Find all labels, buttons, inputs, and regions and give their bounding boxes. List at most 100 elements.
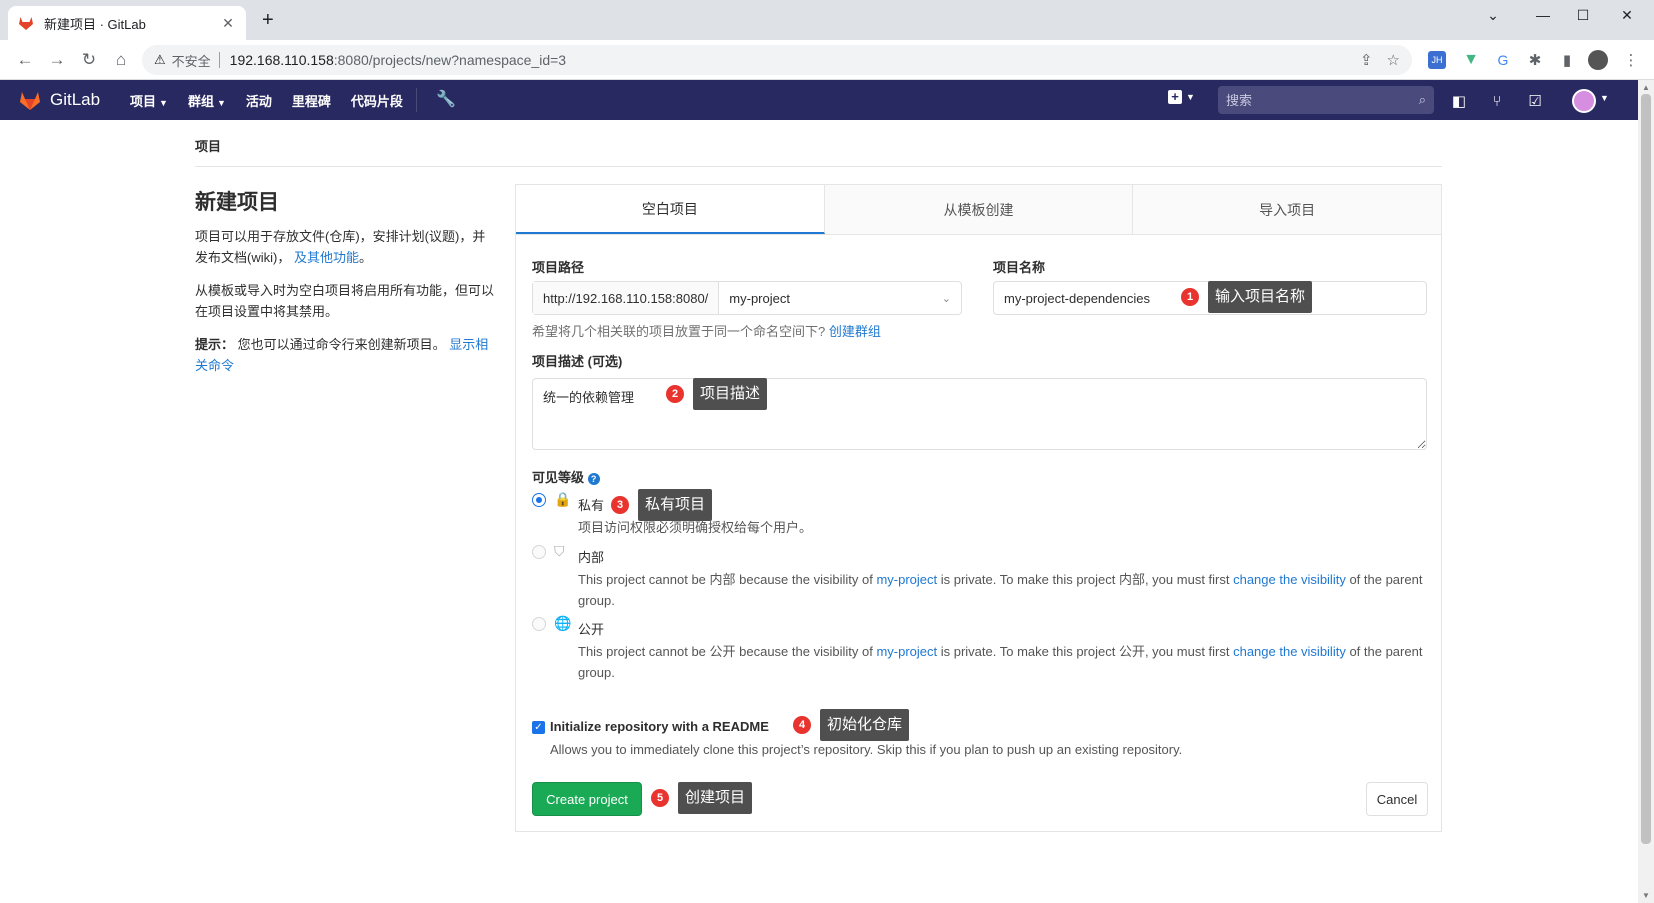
shield-icon: ⛉: [554, 543, 565, 559]
annotation-badge-5: 5: [651, 789, 669, 807]
side-panel-icon[interactable]: ▮: [1556, 49, 1578, 71]
browser-tab[interactable]: 新建项目 · GitLab ✕: [8, 6, 246, 40]
search-box[interactable]: ⌕: [1218, 86, 1434, 114]
gitlab-home-link[interactable]: GitLab: [18, 88, 100, 112]
visibility-label: 可见等级 ?: [532, 467, 600, 486]
user-avatar[interactable]: [1572, 89, 1596, 113]
tab-blank-project[interactable]: 空白项目: [516, 185, 825, 234]
scroll-up-icon[interactable]: ▲: [1642, 83, 1650, 92]
path-prefix: http://192.168.110.158:8080/: [533, 282, 720, 314]
plus-square-icon: +: [1168, 90, 1182, 104]
lock-icon: 🔒: [554, 491, 572, 507]
search-input[interactable]: [1226, 92, 1419, 108]
chevron-down-icon: ▼: [216, 97, 226, 108]
share-icon[interactable]: ⇪: [1360, 51, 1373, 69]
create-group-link[interactable]: 创建群组: [829, 324, 881, 339]
readme-label[interactable]: Initialize repository with a README: [550, 719, 769, 734]
description-label: 项目描述 (可选): [532, 354, 623, 369]
close-window-icon[interactable]: ✕: [1604, 0, 1650, 30]
extension-translate-icon[interactable]: G: [1492, 49, 1514, 71]
main-menu: 项目 ▼ 群组 ▼ 活动 里程碑 代码片段: [130, 80, 403, 120]
annotation-badge-3: 3: [611, 496, 629, 514]
menu-snippets[interactable]: 代码片段: [351, 91, 403, 110]
admin-wrench-icon[interactable]: 🔧: [436, 89, 456, 109]
readme-checkbox[interactable]: ✓: [532, 721, 545, 734]
tip-paragraph: 提示： 您也可以通过命令行来创建新项目。 显示相关命令: [195, 337, 489, 373]
change-visibility-link[interactable]: change the visibility: [1233, 644, 1346, 659]
gitlab-navbar: GitLab 项目▼ 群组▼ 活动 里程碑 代码片段 🔧 + ▼ ⌕ ◧ ⑂ ☑…: [0, 80, 1638, 120]
readme-hint: Allows you to immediately clone this pro…: [550, 742, 1183, 757]
private-radio[interactable]: [532, 493, 546, 507]
brand-name: GitLab: [50, 90, 101, 109]
tab-from-template[interactable]: 从模板创建: [825, 185, 1134, 234]
chevron-down-icon: ▼: [1186, 92, 1195, 102]
visibility-internal-option[interactable]: ⛉ 内部 This project cannot be 内部 because t…: [532, 543, 1422, 613]
extension-jh-icon[interactable]: JH: [1428, 51, 1446, 69]
more-features-link[interactable]: 及其他功能: [294, 250, 359, 265]
maximize-icon[interactable]: ☐: [1560, 0, 1606, 30]
internal-label: 内部: [578, 550, 605, 565]
home-icon[interactable]: ⌂: [110, 49, 132, 71]
template-note: 从模板或导入时为空白项目将启用所有功能，但可以在项目设置中将其禁用。: [195, 283, 495, 319]
scrollbar-thumb[interactable]: [1641, 94, 1651, 844]
cancel-button[interactable]: Cancel: [1366, 782, 1428, 816]
internal-description: This project cannot be 内部 because the vi…: [578, 572, 1423, 608]
globe-icon: 🌐: [554, 615, 572, 631]
annotation-callout-4: 初始化仓库: [820, 709, 910, 741]
tab-import-project[interactable]: 导入项目: [1133, 185, 1441, 234]
issues-icon[interactable]: ◧: [1448, 90, 1470, 112]
annotation-badge-1: 1: [1181, 288, 1199, 306]
breadcrumb-divider: [195, 166, 1442, 167]
scroll-down-icon[interactable]: ▼: [1642, 891, 1650, 900]
annotation-callout-5: 创建项目: [678, 782, 753, 814]
public-radio[interactable]: [532, 617, 546, 631]
chevron-down-icon[interactable]: ⌄: [1470, 0, 1516, 30]
reload-icon[interactable]: ↻: [78, 49, 100, 71]
merge-request-icon[interactable]: ⑂: [1486, 90, 1508, 112]
omnibox[interactable]: ⚠ 不安全 192.168.110.158:8080/projects/new?…: [142, 45, 1412, 75]
tab-title: 新建项目 · GitLab: [44, 16, 146, 32]
page-intro: 新建项目 项目可以用于存放文件(仓库)，安排计划(议题)，并发布文档(wiki)…: [195, 186, 495, 388]
back-icon[interactable]: ←: [14, 49, 36, 71]
parent-group-link[interactable]: my-project: [876, 572, 937, 587]
project-type-tabs: 空白项目 从模板创建 导入项目: [516, 185, 1441, 235]
intro-paragraph: 项目可以用于存放文件(仓库)，安排计划(议题)，并发布文档(wiki)， 及其他…: [195, 229, 486, 265]
parent-group-link[interactable]: my-project: [876, 644, 937, 659]
page-scrollbar[interactable]: ▲ ▼: [1638, 80, 1654, 903]
menu-activity[interactable]: 活动: [246, 91, 272, 110]
internal-radio[interactable]: [532, 545, 546, 559]
extension-vue-icon[interactable]: ▼: [1460, 49, 1482, 71]
project-path-group: http://192.168.110.158:8080/ my-project …: [532, 281, 962, 315]
new-tab-icon[interactable]: +: [262, 10, 274, 30]
extensions-puzzle-icon[interactable]: ✱: [1524, 49, 1546, 71]
public-label: 公开: [578, 622, 605, 637]
menu-groups[interactable]: 群组 ▼: [188, 91, 226, 110]
annotation-badge-4: 4: [793, 716, 811, 734]
browser-tabstrip: 新建项目 · GitLab ✕ + ⌄ — ☐ ✕: [0, 0, 1654, 40]
menu-projects[interactable]: 项目 ▼: [130, 91, 168, 110]
create-project-button[interactable]: Create project: [532, 782, 642, 816]
annotation-callout-1: 输入项目名称: [1208, 281, 1313, 313]
namespace-select[interactable]: my-project ⌄: [719, 282, 961, 314]
chevron-down-icon[interactable]: ▼: [1600, 93, 1609, 103]
visibility-public-option[interactable]: 🌐 公开 This project cannot be 公开 because t…: [532, 615, 1422, 685]
change-visibility-link[interactable]: change the visibility: [1233, 572, 1346, 587]
search-icon: ⌕: [1418, 92, 1426, 107]
profile-avatar-icon[interactable]: [1588, 50, 1608, 70]
page-title: 新建项目: [195, 191, 279, 214]
new-dropdown-button[interactable]: + ▼: [1168, 90, 1195, 104]
close-tab-icon[interactable]: ✕: [220, 15, 236, 32]
todo-check-icon[interactable]: ☑: [1524, 90, 1546, 112]
insecure-label: 不安全: [171, 53, 211, 69]
bookmark-star-icon[interactable]: ☆: [1387, 51, 1400, 69]
group-hint: 希望将几个相关联的项目放置于同一个命名空间下? 创建群组: [532, 324, 881, 339]
project-name-label: 项目名称: [993, 260, 1046, 275]
annotation-badge-2: 2: [666, 385, 684, 403]
help-question-icon[interactable]: ?: [587, 473, 600, 485]
browser-menu-icon[interactable]: ⋮: [1620, 49, 1642, 71]
address-bar: ← → ↻ ⌂ ⚠ 不安全 192.168.110.158:8080/proje…: [0, 40, 1654, 80]
menu-milestones[interactable]: 里程碑: [292, 91, 331, 110]
breadcrumb[interactable]: 项目: [195, 136, 221, 155]
warning-icon: ⚠: [154, 52, 166, 67]
forward-icon[interactable]: →: [46, 49, 68, 71]
